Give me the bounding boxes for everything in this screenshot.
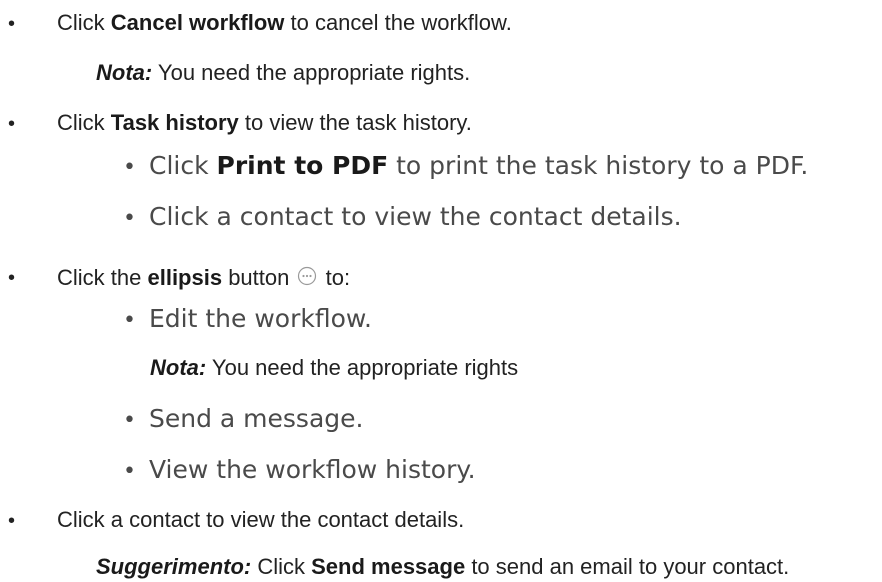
tip-text-pre: Click (251, 554, 312, 579)
bullet: • (8, 510, 16, 532)
note: Nota: You need the appropriate rights (150, 357, 518, 379)
note-label: Nota: (150, 355, 207, 380)
list-item-task-history: Click Task history to view the task hist… (57, 112, 472, 134)
send-message-term: Send message (311, 554, 466, 579)
tip-text-post: to send an email to your contact. (465, 554, 790, 579)
note-label: Nota: (96, 60, 153, 85)
item-text-pre: Click (57, 110, 111, 135)
list-item-cancel-workflow: Click Cancel workflow to cancel the work… (57, 12, 512, 34)
item-text: Click a contact to view the contact deta… (57, 507, 465, 532)
sublist-item-contact: • Click a contact to view the contact det… (123, 204, 682, 230)
item-text-pre: Click (57, 10, 111, 35)
list-item-ellipsis: Click the ellipsis button to: (57, 266, 350, 289)
tip: Suggerimento: Click Send message to send… (96, 556, 789, 578)
sub-bullet: • (123, 459, 136, 484)
ellipsis-circle-icon (297, 266, 317, 286)
item-text: Send a message. (149, 404, 364, 433)
item-text: Edit the workflow. (149, 304, 372, 333)
sublist-item-workflow-history: • View the workflow history. (123, 457, 476, 483)
sublist-item-send-message: • Send a message. (123, 406, 363, 432)
bullet: • (8, 113, 16, 135)
item-text-mid: button (222, 265, 290, 290)
note: Nota: You need the appropriate rights. (96, 62, 470, 84)
bullet: • (8, 13, 16, 35)
item-text-pre: Click (149, 151, 217, 180)
item-text-post: to view the task history. (238, 110, 472, 135)
sublist-item-print-pdf: • Click Print to PDF to print the task hi… (123, 153, 808, 179)
sub-bullet: • (123, 206, 136, 231)
task-history-term: Task history (110, 110, 239, 135)
item-text-post: to print the task history to a PDF. (388, 151, 809, 180)
item-text: Click a contact to view the contact deta… (149, 202, 682, 231)
tip-label: Suggerimento: (96, 554, 252, 579)
item-text-post: to: (319, 265, 351, 290)
print-to-pdf-term: Print to PDF (216, 151, 389, 180)
sub-bullet: • (123, 308, 136, 333)
list-item-contact: Click a contact to view the contact deta… (57, 509, 464, 531)
note-text: You need the appropriate rights (206, 355, 519, 380)
note-text: You need the appropriate rights. (152, 60, 471, 85)
item-text-post: to cancel the workflow. (284, 10, 512, 35)
item-text: View the workflow history. (149, 455, 476, 484)
sub-bullet: • (123, 408, 136, 433)
cancel-workflow-term: Cancel workflow (110, 10, 285, 35)
sublist-item-edit: • Edit the workflow. (123, 306, 372, 332)
item-text-pre: Click the (57, 265, 148, 290)
ellipsis-term: ellipsis (147, 265, 223, 290)
sub-bullet: • (123, 155, 136, 180)
bullet: • (8, 267, 16, 289)
